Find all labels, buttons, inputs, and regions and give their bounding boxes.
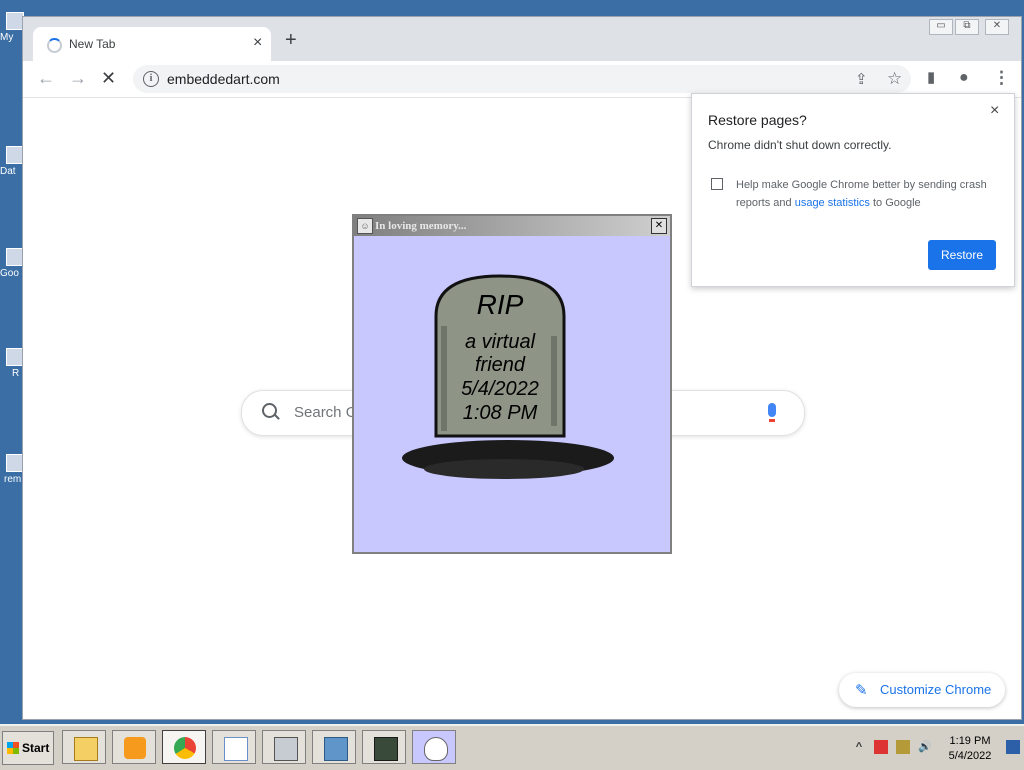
new-tab-button[interactable]: + — [285, 30, 297, 50]
bookmark-star-icon[interactable]: ☆ — [887, 70, 902, 88]
monitor-icon — [374, 737, 398, 761]
profile-icon[interactable]: ● — [959, 69, 969, 87]
crash-report-checkbox[interactable] — [711, 178, 723, 190]
address-bar[interactable]: i embeddedart.com ⇪ ☆ — [133, 65, 911, 93]
help-text-suffix: to Google — [869, 197, 921, 209]
popup-title: Restore pages? — [708, 112, 807, 128]
control-panel-taskbar-button[interactable] — [312, 730, 356, 764]
grave-dirt-shadow-shape — [424, 459, 584, 479]
tombstone-line1-text: a virtual — [465, 331, 536, 353]
network-icon[interactable] — [896, 740, 910, 754]
chrome-taskbar-button[interactable] — [162, 730, 206, 764]
desktop-icon-remote[interactable]: rem — [0, 454, 24, 485]
minimize-button[interactable]: ▭ — [929, 19, 953, 35]
loading-spinner-icon — [47, 38, 62, 53]
windows-stack-icon — [274, 737, 298, 761]
window-switcher-taskbar-button[interactable] — [262, 730, 306, 764]
memorial-close-button[interactable]: ✕ — [651, 218, 667, 234]
tab-close-button[interactable]: × — [253, 34, 262, 52]
clock-time: 1:19 PM — [949, 735, 991, 747]
usage-statistics-link[interactable]: usage statistics — [795, 197, 870, 209]
memorial-title-bar[interactable]: ☺ In loving memory... ✕ — [354, 216, 670, 236]
clock-date: 5/4/2022 — [948, 750, 992, 762]
desktop-icon-label: R — [12, 368, 20, 379]
app-icon: ☺ — [357, 218, 373, 234]
explorer-taskbar-button[interactable] — [62, 730, 106, 764]
bunny-icon — [424, 737, 448, 761]
tab-strip: New Tab × + ▭ ⧉ ✕ — [23, 17, 1021, 61]
pencil-icon: ✎ — [855, 682, 868, 699]
show-hidden-icons-button[interactable]: ^ — [852, 740, 866, 754]
tombstone-line2-text: friend — [475, 354, 526, 376]
tab-title: New Tab — [69, 37, 116, 51]
folder-icon — [74, 737, 98, 761]
desktop-icon-label: My — [0, 32, 14, 43]
media-player-taskbar-button[interactable] — [112, 730, 156, 764]
volume-icon[interactable]: 🔊 — [918, 740, 932, 754]
site-info-icon[interactable]: i — [143, 71, 159, 87]
popup-message: Chrome didn't shut down correctly. — [708, 138, 892, 152]
share-icon[interactable]: ⇪ — [855, 71, 868, 89]
memorial-window-title: In loving memory... — [375, 220, 467, 232]
back-button[interactable]: ← — [37, 68, 55, 88]
window-close-button[interactable]: ✕ — [985, 19, 1009, 35]
crash-report-label: Help make Google Chrome better by sendin… — [736, 176, 998, 212]
taskbar: Start ^ 🔊 1:19 PM 5/4/2022 — [0, 724, 1024, 770]
start-button[interactable]: Start — [2, 731, 54, 765]
desktop-icon-label: Goo — [0, 268, 19, 279]
memorial-window: ☺ In loving memory... ✕ RIP a virtual fr… — [352, 214, 672, 554]
start-label: Start — [22, 741, 50, 755]
stop-button[interactable]: ✕ — [101, 68, 116, 88]
restore-pages-popup: Restore pages? × Chrome didn't shut down… — [691, 93, 1015, 287]
action-center-icon[interactable] — [874, 740, 888, 754]
chrome-menu-icon[interactable]: ⋮ — [993, 69, 1010, 87]
desktop-icon-my-computer[interactable]: My — [0, 12, 24, 43]
side-panel-icon[interactable]: ▮ — [927, 69, 935, 87]
show-desktop-icon[interactable] — [1006, 740, 1020, 754]
tombstone-time-text: 1:08 PM — [463, 402, 538, 424]
url-text[interactable]: embeddedart.com — [167, 71, 280, 87]
chrome-icon — [174, 737, 196, 759]
bunny-taskbar-button[interactable] — [412, 730, 456, 764]
maximize-button[interactable]: ⧉ — [955, 19, 979, 35]
tombstone-rip-text: RIP — [477, 289, 524, 320]
customize-chrome-label: Customize Chrome — [880, 682, 992, 697]
windows-logo-icon — [7, 742, 19, 754]
desktop-icon-data[interactable]: Dat — [0, 146, 24, 177]
forward-button[interactable]: → — [69, 68, 87, 88]
system-monitor-taskbar-button[interactable] — [362, 730, 406, 764]
system-tray: ^ 🔊 1:19 PM 5/4/2022 — [848, 730, 1024, 766]
notepad-taskbar-button[interactable] — [212, 730, 256, 764]
tombstone-date-text: 5/4/2022 — [461, 378, 539, 400]
search-icon — [262, 403, 277, 418]
popup-close-button[interactable]: × — [990, 102, 999, 120]
document-icon — [224, 737, 248, 761]
tombstone-image: RIP a virtual friend 5/4/2022 1:08 PM — [402, 274, 614, 479]
tab-new-tab[interactable]: New Tab × — [33, 27, 271, 61]
search-input[interactable]: Search G — [294, 404, 357, 421]
desktop-icon-label: rem — [4, 474, 22, 485]
clock[interactable]: 1:19 PM 5/4/2022 — [940, 734, 1000, 764]
desktop-icon-label: Dat — [0, 166, 16, 177]
desktop-icon-shortcut[interactable]: R — [0, 348, 24, 379]
microphone-icon[interactable] — [768, 403, 776, 422]
restore-button[interactable]: Restore — [928, 240, 996, 270]
control-panel-icon — [324, 737, 348, 761]
desktop-icon-google[interactable]: Goo — [0, 248, 24, 279]
media-player-icon — [124, 737, 146, 759]
customize-chrome-button[interactable]: ✎ Customize Chrome — [839, 673, 1005, 707]
